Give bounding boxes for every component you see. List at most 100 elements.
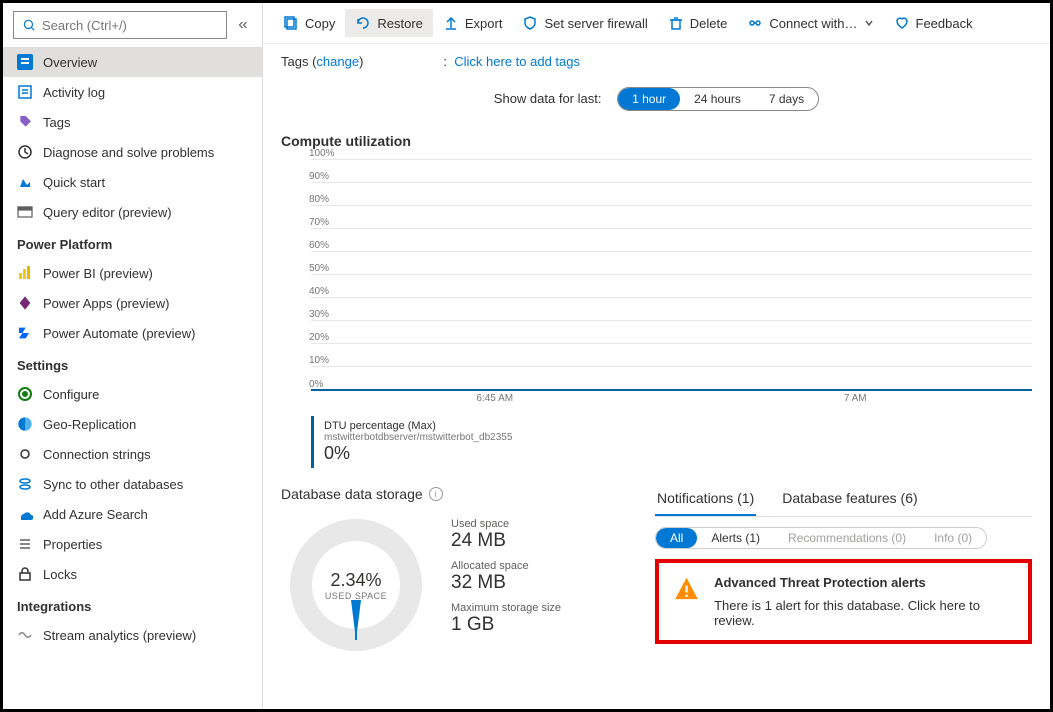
nav-azuresearch[interactable]: Add Azure Search (3, 499, 262, 529)
chevron-down-icon (864, 18, 874, 28)
nav-label: Overview (43, 55, 97, 70)
donut-label: USED SPACE (325, 591, 387, 601)
nav-geo[interactable]: Geo-Replication (3, 409, 262, 439)
nav-quickstart[interactable]: Quick start (3, 167, 262, 197)
nav-header-integrations: Integrations (3, 589, 262, 620)
info-icon[interactable]: i (429, 487, 443, 501)
filter-alerts[interactable]: Alerts (1) (697, 528, 774, 548)
geo-icon (17, 416, 33, 432)
delete-button[interactable]: Delete (658, 9, 738, 37)
nav-label: Add Azure Search (43, 507, 148, 522)
filter-recs[interactable]: Recommendations (0) (774, 528, 920, 548)
quickstart-icon (17, 174, 33, 190)
nav-label: Connection strings (43, 447, 151, 462)
btn-label: Copy (305, 16, 335, 31)
filter-all[interactable]: All (656, 528, 697, 548)
sync-icon (17, 476, 33, 492)
feedback-button[interactable]: Feedback (884, 9, 983, 37)
overview-icon (17, 54, 33, 70)
search-input[interactable] (42, 18, 218, 33)
delete-icon (668, 15, 684, 31)
btn-label: Export (465, 16, 503, 31)
nav-label: Diagnose and solve problems (43, 145, 214, 160)
time-pill: 1 hour 24 hours 7 days (617, 87, 819, 111)
nav-locks[interactable]: Locks (3, 559, 262, 589)
btn-label: Delete (690, 16, 728, 31)
nav-properties[interactable]: Properties (3, 529, 262, 559)
add-tags-link[interactable]: Click here to add tags (454, 54, 580, 69)
powerapps-icon (17, 295, 33, 311)
connect-button[interactable]: Connect with… (737, 9, 883, 37)
nav-label: Quick start (43, 175, 105, 190)
nav-header-settings: Settings (3, 348, 262, 379)
time-1hour[interactable]: 1 hour (618, 88, 680, 110)
connect-icon (747, 15, 763, 31)
time-24hours[interactable]: 24 hours (680, 88, 755, 110)
nav-label: Configure (43, 387, 99, 402)
alert-card[interactable]: Advanced Threat Protection alerts There … (655, 559, 1032, 644)
btn-label: Set server firewall (544, 16, 647, 31)
firewall-button[interactable]: Set server firewall (512, 9, 657, 37)
nav-label: Activity log (43, 85, 105, 100)
nav-label: Geo-Replication (43, 417, 136, 432)
chevron-double-left-icon (236, 18, 250, 32)
nav-configure[interactable]: Configure (3, 379, 262, 409)
compute-chart[interactable]: 100% 90% 80% 70% 60% 50% 40% 30% 20% 10%… (311, 159, 1032, 389)
filter-info[interactable]: Info (0) (920, 528, 986, 548)
storage-title: Database data storage i (281, 486, 631, 502)
cloud-icon (17, 506, 33, 522)
content: Show data for last: 1 hour 24 hours 7 da… (263, 79, 1050, 709)
tags-change-link[interactable]: change (316, 54, 359, 69)
storage-donut[interactable]: 2.34% USED SPACE (281, 510, 431, 660)
chart-xaxis: 6:45 AM 7 AM (281, 389, 1032, 404)
nav-tags[interactable]: Tags (3, 107, 262, 137)
search-icon (22, 18, 36, 32)
nav-activity-log[interactable]: Activity log (3, 77, 262, 107)
nav-header-power: Power Platform (3, 227, 262, 258)
nav-powerbi[interactable]: Power BI (preview) (3, 258, 262, 288)
nav-label: Stream analytics (preview) (43, 628, 196, 643)
query-icon (17, 204, 33, 220)
nav-stream[interactable]: Stream analytics (preview) (3, 620, 262, 650)
tag-icon (17, 114, 33, 130)
notif-tabs: Notifications (1) Database features (6) (655, 486, 1032, 517)
nav-powerautomate[interactable]: Power Automate (preview) (3, 318, 262, 348)
btn-label: Feedback (916, 16, 973, 31)
nav-powerapps[interactable]: Power Apps (preview) (3, 288, 262, 318)
nav-label: Sync to other databases (43, 477, 183, 492)
configure-icon (17, 386, 33, 402)
sidebar: Overview Activity log Tags Diagnose and … (3, 3, 263, 709)
time-7days[interactable]: 7 days (755, 88, 818, 110)
nav-label: Properties (43, 537, 102, 552)
nav-conn[interactable]: Connection strings (3, 439, 262, 469)
collapse-sidebar-button[interactable] (233, 13, 252, 37)
tags-row: Tags (change) : Click here to add tags (263, 44, 1050, 79)
restore-button[interactable]: Restore (345, 9, 433, 37)
search-box[interactable] (13, 11, 227, 39)
chart-title: Compute utilization (281, 133, 1032, 149)
nav-overview[interactable]: Overview (3, 47, 262, 77)
nav-diagnose[interactable]: Diagnose and solve problems (3, 137, 262, 167)
main: Copy Restore Export Set server firewall … (263, 3, 1050, 709)
notifications-panel: Notifications (1) Database features (6) … (655, 486, 1032, 660)
chart-legend: DTU percentage (Max) mstwitterbotdbserve… (311, 416, 1032, 468)
export-button[interactable]: Export (433, 9, 513, 37)
nav-query-editor[interactable]: Query editor (preview) (3, 197, 262, 227)
nav-label: Power BI (preview) (43, 266, 153, 281)
shield-icon (522, 15, 538, 31)
restore-icon (355, 15, 371, 31)
nav-label: Locks (43, 567, 77, 582)
warning-icon (673, 575, 700, 603)
alert-msg: There is 1 alert for this database. Clic… (714, 598, 1014, 628)
copy-button[interactable]: Copy (273, 9, 345, 37)
notif-filters: All Alerts (1) Recommendations (0) Info … (655, 527, 987, 549)
tab-features[interactable]: Database features (6) (780, 486, 919, 516)
nav-label: Tags (43, 115, 70, 130)
nav: Overview Activity log Tags Diagnose and … (3, 47, 262, 709)
copy-icon (283, 15, 299, 31)
btn-label: Connect with… (769, 16, 857, 31)
btn-label: Restore (377, 16, 423, 31)
nav-sync[interactable]: Sync to other databases (3, 469, 262, 499)
heart-icon (894, 15, 910, 31)
tab-notifications[interactable]: Notifications (1) (655, 486, 756, 516)
